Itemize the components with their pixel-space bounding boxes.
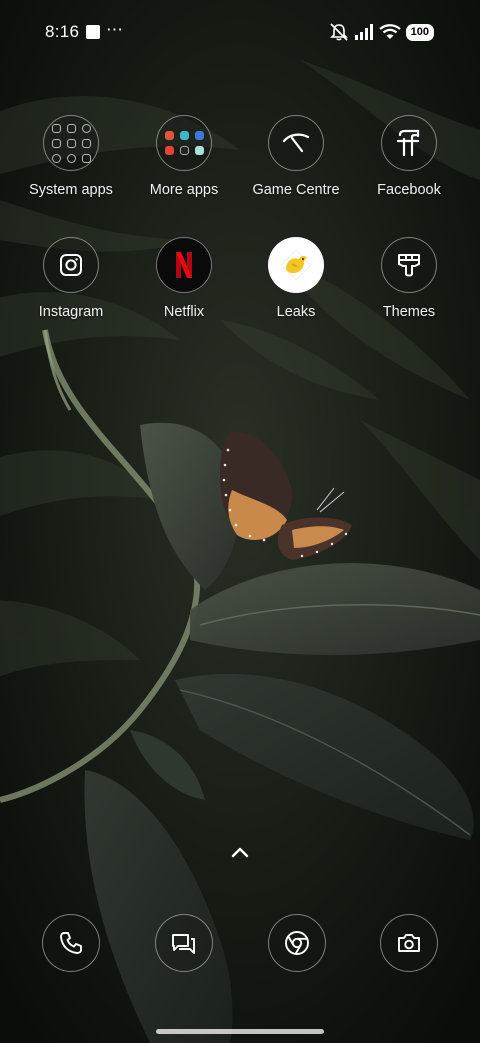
messages-icon [155,914,213,972]
app-system-apps[interactable]: System apps [16,115,126,198]
app-label: Themes [382,304,436,320]
app-instagram[interactable]: Instagram [16,237,126,320]
facebook-icon [381,115,437,171]
mute-icon [329,23,348,41]
app-themes[interactable]: Themes [354,237,464,320]
camera-icon [380,914,438,972]
wifi-icon [378,24,401,39]
app-label: More apps [149,182,219,198]
app-label: Game Centre [252,182,340,198]
notification-icon [86,25,100,39]
app-drawer-chevron-up-icon[interactable] [226,840,254,864]
status-bar: 8:16 ⋯ 100 [0,0,480,66]
status-time: 8:16 [45,22,80,41]
more-apps-folder-icon [156,115,212,171]
themes-icon [381,237,437,293]
game-centre-icon [268,115,324,171]
app-label: Facebook [377,182,441,198]
system-apps-folder-icon [43,115,99,171]
chrome-icon [268,914,326,972]
app-facebook[interactable]: Facebook [354,115,464,198]
app-label: Netflix [163,304,205,320]
dock-chrome-button[interactable] [268,914,326,972]
app-label: System apps [29,182,113,198]
app-netflix[interactable]: Netflix [129,237,239,320]
leaks-icon [268,237,324,293]
app-leaks[interactable]: Leaks [241,237,351,320]
dock-messages-button[interactable] [155,914,213,972]
dock-camera-button[interactable] [380,914,438,972]
instagram-icon [43,237,99,293]
app-more-apps[interactable]: More apps [129,115,239,198]
status-icons: 100 [329,22,434,42]
app-label: Leaks [276,304,316,320]
app-label: Instagram [38,304,104,320]
signal-icon [354,24,373,40]
netflix-icon [156,237,212,293]
phone-icon [42,914,100,972]
home-gesture-bar[interactable] [156,1029,324,1034]
more-notifications-icon: ⋯ [106,20,124,39]
battery-indicator: 100 [405,23,434,41]
app-game-centre[interactable]: Game Centre [241,115,351,198]
dock-phone-button[interactable] [42,914,100,972]
